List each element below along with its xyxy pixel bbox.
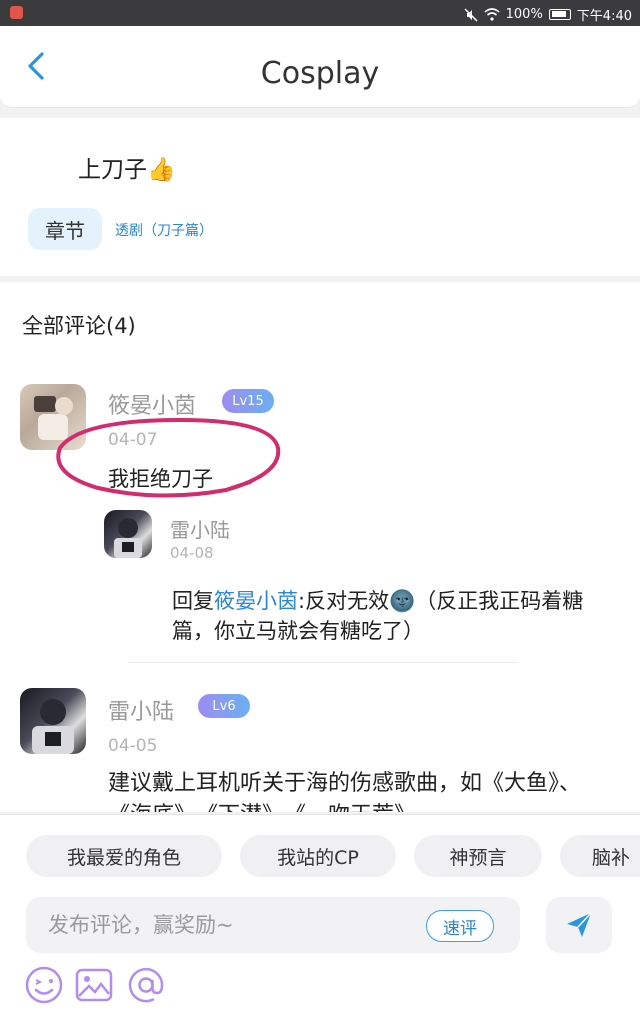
emoji-icon bbox=[25, 966, 63, 1004]
topic-chip[interactable]: 我站的CP bbox=[240, 835, 396, 877]
comment-composer: 我最爱的角色 我站的CP 神预言 脑补 速评 bbox=[0, 814, 640, 1024]
send-button[interactable] bbox=[546, 897, 612, 953]
battery-icon bbox=[548, 9, 571, 20]
topic-chip[interactable]: 我最爱的角色 bbox=[26, 835, 222, 877]
image-icon bbox=[75, 968, 113, 1002]
reply-text-line1: :反对无效🌚（反正我正码着糖 bbox=[298, 589, 584, 613]
quick-comment-button[interactable]: 速评 bbox=[426, 910, 494, 942]
topic-chip[interactable]: 脑补 bbox=[560, 835, 640, 877]
emoji-button[interactable] bbox=[24, 965, 64, 1005]
topic-chip[interactable]: 神预言 bbox=[414, 835, 542, 877]
page-title: Cosplay bbox=[260, 56, 380, 91]
image-button[interactable] bbox=[74, 965, 114, 1005]
level-badge: Lv6 bbox=[198, 694, 250, 718]
reply-target-user[interactable]: 筱晏小茵 bbox=[214, 589, 298, 613]
at-mention-icon bbox=[128, 967, 164, 1003]
reply-text-line2: 篇，你立马就会有糖吃了） bbox=[172, 619, 424, 643]
divider bbox=[128, 662, 518, 663]
clock: 下午4:40 bbox=[576, 9, 632, 24]
avatar[interactable] bbox=[20, 688, 86, 754]
chapter-tag[interactable]: 章节 bbox=[28, 208, 102, 250]
comment-text[interactable]: 建议戴上耳机听关于海的伤感歌曲，如《大鱼》、《海底》、《下潜》、《一吻天荒》 bbox=[108, 768, 608, 812]
comment-input-box: 速评 bbox=[26, 897, 520, 953]
post-content: 上刀子👍 章节 透剧（刀子篇） bbox=[0, 118, 640, 276]
highlight-circle-annotation bbox=[56, 417, 281, 498]
status-icons: 100% 下午4:40 bbox=[464, 5, 632, 24]
notification-app-icon bbox=[10, 6, 23, 19]
mute-icon bbox=[464, 7, 478, 22]
reply-date: 04-08 bbox=[170, 544, 214, 562]
wifi-icon bbox=[484, 8, 500, 21]
status-bar: 100% 下午4:40 bbox=[0, 0, 640, 26]
mention-button[interactable] bbox=[126, 965, 166, 1005]
reply-prefix: 回复 bbox=[172, 589, 214, 613]
chapter-link[interactable]: 透剧（刀子篇） bbox=[115, 220, 213, 240]
battery-percent: 100% bbox=[505, 7, 543, 22]
reply-avatar[interactable] bbox=[104, 510, 152, 558]
level-badge: Lv15 bbox=[222, 389, 274, 413]
reply-username[interactable]: 雷小陆 bbox=[170, 514, 230, 543]
avatar-image bbox=[114, 518, 142, 558]
comment-date: 04-05 bbox=[108, 736, 158, 756]
reply-text[interactable]: 回复筱晏小茵:反对无效🌚（反正我正码着糖 篇，你立马就会有糖吃了） bbox=[172, 586, 632, 646]
avatar-image bbox=[32, 699, 74, 754]
comment-input[interactable] bbox=[48, 909, 428, 941]
top-navigation-bar: Cosplay bbox=[0, 26, 640, 108]
comment-username[interactable]: 雷小陆 bbox=[108, 694, 174, 726]
comments-section: 全部评论(4) 筱晏小茵 Lv15 04-07 我拒绝刀子 雷小陆 04-08 … bbox=[0, 282, 640, 812]
send-icon bbox=[567, 912, 592, 937]
post-text: 上刀子👍 bbox=[78, 157, 176, 183]
comments-title: 全部评论(4) bbox=[22, 314, 136, 338]
